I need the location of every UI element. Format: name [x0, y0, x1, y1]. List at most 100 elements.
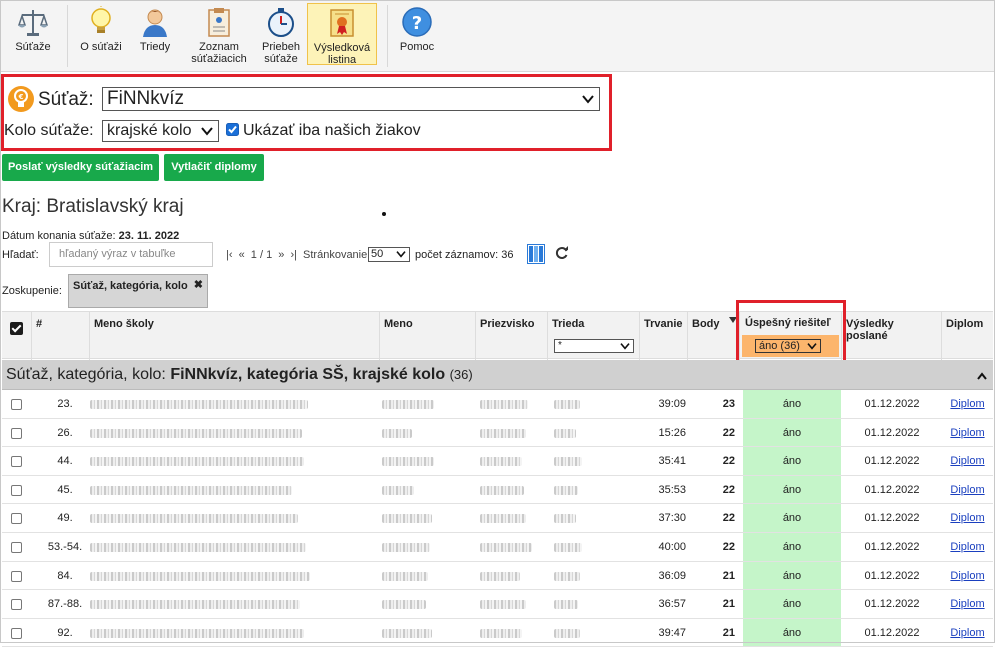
row-checkbox[interactable] [11, 627, 22, 639]
class-filter-select[interactable]: * [554, 339, 634, 353]
redacted-text [90, 400, 308, 409]
toolbar: Súťaže O súťaži Triedy Zoznam súťažiacic… [1, 1, 994, 72]
diploma-link[interactable]: Diplom [942, 476, 993, 504]
prev-page-button[interactable]: « [239, 249, 245, 261]
redacted-text [480, 628, 522, 638]
select-all-checkbox[interactable] [10, 322, 23, 335]
col-name[interactable]: Meno [380, 312, 476, 360]
results-sent-cell: 01.12.2022 [864, 541, 920, 553]
toolbar-about-button[interactable]: O súťaži [73, 3, 129, 65]
diploma-link[interactable]: Diplom [942, 390, 993, 418]
rank-cell: 49. [57, 512, 73, 525]
col-duration[interactable]: Trvanie [640, 312, 688, 360]
rank-cell: 92. [57, 626, 73, 639]
points-cell: 21 [722, 626, 735, 639]
redacted-text [382, 543, 430, 552]
redacted-text [554, 457, 582, 467]
competition-select[interactable]: FiNNkvíz [102, 87, 600, 111]
toolbar-progress-button[interactable]: Priebeh súťaže [255, 3, 307, 65]
col-school[interactable]: Meno školy [90, 312, 380, 360]
pager: |‹ « 1 / 1 » ›| Stránkovanie: [226, 249, 373, 261]
refresh-icon[interactable] [555, 246, 569, 260]
success-cell: áno [743, 447, 841, 475]
row-checkbox[interactable] [11, 513, 22, 525]
next-page-button[interactable]: » [278, 249, 284, 261]
diploma-link[interactable]: Diplom [942, 590, 993, 618]
redacted-text [382, 485, 414, 495]
col-rank[interactable]: # [32, 312, 90, 360]
only-our-students-checkbox[interactable] [226, 123, 239, 136]
col-surname[interactable]: Priezvisko [476, 312, 548, 360]
points-cell: 23 [722, 398, 735, 410]
columns-icon[interactable] [527, 244, 545, 264]
grouping-label: Zoskupenie: [2, 285, 62, 297]
diploma-link[interactable]: Diplom [942, 419, 993, 447]
diploma-link[interactable]: Diplom [942, 533, 993, 561]
redacted-text [382, 457, 434, 467]
results-sent-cell: 01.12.2022 [864, 626, 920, 639]
row-checkbox[interactable] [11, 399, 22, 410]
diploma-link[interactable]: Diplom [942, 562, 993, 590]
toolbar-contestants-button[interactable]: Zoznam súťažiacich [185, 3, 253, 65]
chevron-down-icon [620, 343, 630, 350]
col-diploma[interactable]: Diplom [942, 312, 993, 360]
diploma-link[interactable]: Diplom [942, 447, 993, 475]
group-header-row[interactable]: Súťaž, kategória, kolo: FiNNkvíz, kategó… [2, 360, 993, 390]
record-count: počet záznamov: 36 [415, 249, 514, 261]
rank-cell: 53.-54. [47, 541, 83, 553]
row-checkbox[interactable] [11, 599, 22, 611]
row-checkbox[interactable] [11, 427, 22, 439]
results-sent-cell: 01.12.2022 [864, 426, 920, 439]
grouping-chip[interactable]: Súťaž, kategória, kolo ✖ [68, 274, 208, 308]
points-cell: 22 [722, 455, 735, 468]
redacted-text [382, 428, 412, 438]
page-indicator: 1 / 1 [250, 249, 273, 261]
redacted-text [480, 428, 526, 438]
send-results-button[interactable]: Poslať výsledky súťažiacim [2, 154, 159, 181]
last-page-button[interactable]: ›| [290, 249, 297, 261]
chevron-up-icon[interactable] [977, 372, 987, 380]
results-sent-cell: 01.12.2022 [864, 398, 920, 410]
points-cell: 22 [722, 541, 735, 553]
clipboard-icon [208, 8, 230, 37]
rank-cell: 87.-88. [47, 598, 83, 611]
table-row: 44. 35:41 22 áno 01.12.2022 Diplom [2, 447, 993, 476]
search-label: Hľadať: [2, 249, 39, 261]
competition-logo-icon: € [8, 86, 34, 112]
row-checkbox[interactable] [11, 484, 22, 496]
toolbar-classes-button[interactable]: Triedy [131, 3, 179, 65]
page-size-select[interactable]: 50 [368, 247, 410, 262]
success-cell: áno [743, 590, 841, 618]
select-all-header[interactable] [2, 312, 32, 360]
row-checkbox[interactable] [11, 570, 22, 582]
print-diplomas-button[interactable]: Vytlačiť diplomy [164, 154, 264, 181]
search-input[interactable]: hľadaný výraz v tabuľke [49, 242, 213, 267]
results-sent-cell: 01.12.2022 [864, 569, 920, 582]
row-checkbox[interactable] [11, 456, 22, 468]
col-results-sent[interactable]: Výsledky poslané [842, 312, 942, 360]
table-row: 84. 36:09 21 áno 01.12.2022 Diplom [2, 561, 993, 591]
success-cell: áno [743, 504, 841, 532]
certificate-icon [330, 9, 354, 37]
redacted-text [90, 428, 302, 438]
toolbar-help-button[interactable]: ? Pomoc [393, 3, 441, 65]
toolbar-competitions-button[interactable]: Súťaže [7, 3, 59, 65]
first-page-button[interactable]: |‹ [226, 249, 233, 261]
round-label: Kolo súťaže: [4, 122, 94, 139]
duration-cell: 15:26 [658, 426, 686, 439]
rank-cell: 26. [57, 426, 73, 439]
row-checkbox[interactable] [11, 542, 22, 553]
rank-cell: 23. [57, 398, 73, 410]
toolbar-results-button[interactable]: Výsledková listina [307, 3, 377, 66]
success-cell: áno [743, 533, 841, 561]
redacted-text [382, 571, 428, 581]
results-sent-cell: 01.12.2022 [864, 455, 920, 468]
close-icon[interactable]: ✖ [194, 278, 203, 291]
stray-dot [382, 212, 386, 216]
redacted-text [90, 514, 298, 524]
toolbar-separator [387, 5, 388, 67]
diploma-link[interactable]: Diplom [942, 619, 993, 647]
redacted-text [480, 485, 524, 495]
round-select[interactable]: krajské kolo [102, 120, 219, 142]
diploma-link[interactable]: Diplom [942, 504, 993, 532]
